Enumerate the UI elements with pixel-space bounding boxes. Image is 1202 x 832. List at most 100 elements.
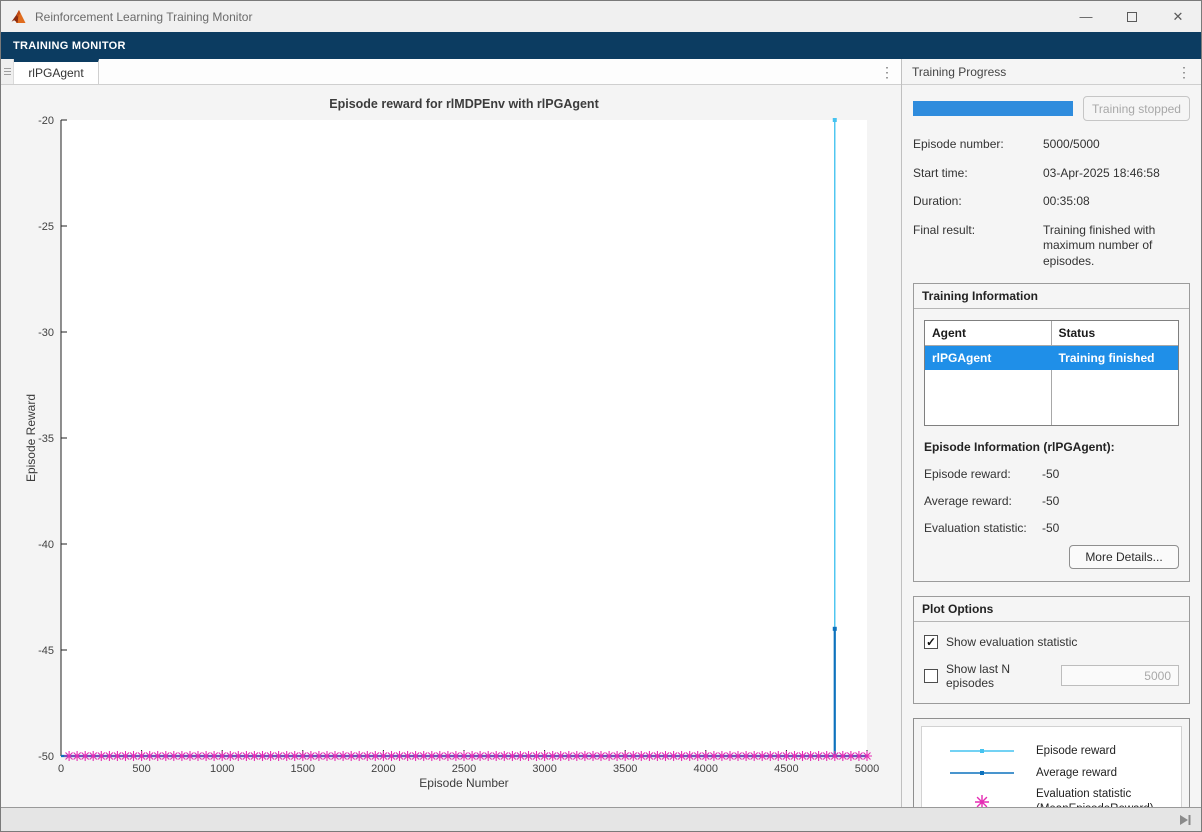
svg-text:5000: 5000 [855,763,879,775]
kebab-icon: ⋮ [1177,63,1191,80]
field-label: Final result: [913,222,976,237]
chart-x-axis-label: Episode Number [419,776,509,790]
chart-pane: rlPGAgent ⋮ Episode reward for rlMDPEnv … [1,59,901,807]
panel-title: Training Progress [912,64,1007,79]
tab-label: rlPGAgent [28,66,84,80]
chart-y-axis-label: Episode Reward [24,393,38,483]
start-time-row: Start time: 03-Apr-2025 18:46:58 [913,166,1190,182]
panel-options-menu-button[interactable]: ⋮ [1177,65,1191,79]
show-last-n-episodes-checkbox[interactable] [924,668,938,683]
drag-grip-handle[interactable] [1,59,14,84]
show-evaluation-statistic-row: ✓ Show evaluation statistic [924,634,1179,649]
plot-options-box: Plot Options ✓ Show evaluation statistic… [913,595,1190,704]
close-icon: ✕ [1172,8,1184,24]
field-label: Start time: [913,165,968,180]
stat-value: -50 [1042,493,1060,508]
field-label: Duration: [913,194,962,209]
training-information-title: Training Information [914,284,1189,309]
legend: Episode reward Average reward Evaluation… [921,725,1182,807]
svg-text:2500: 2500 [452,763,476,775]
field-value: 00:35:08 [1043,194,1090,209]
agent-cell: rlPGAgent [925,345,1052,370]
svg-text:4500: 4500 [774,763,798,775]
legend-label: Average reward [1036,766,1117,779]
svg-text:4000: 4000 [694,763,718,775]
checkbox-label: Show evaluation statistic [946,634,1078,649]
show-evaluation-statistic-checkbox[interactable]: ✓ [924,634,938,649]
maximize-button[interactable] [1109,1,1155,32]
average-reward-line-swatch [928,768,1036,778]
episode-reward-line-swatch [928,746,1036,756]
toolstrip-ribbon: TRAINING MONITOR [1,32,1201,59]
stat-value: -50 [1042,520,1060,535]
stat-label: Average reward: [924,493,1012,508]
document-tab-strip: rlPGAgent ⋮ [1,59,901,85]
training-information-box: Training Information Agent Status rlPGAg… [913,282,1190,582]
episode-reward-chart-area: Episode reward for rlMDPEnv with rlPGAge… [1,85,901,807]
minimize-icon: — [1079,9,1093,24]
field-value: Training finished with maximum number of… [1043,222,1156,268]
plot-options-title: Plot Options [914,597,1189,622]
table-header-row: Agent Status [925,320,1178,346]
training-progress-panel: Training Progress ⋮ Training stopped Epi… [901,59,1201,807]
svg-text:500: 500 [132,763,150,775]
legend-label: Episode reward [1036,744,1116,757]
maximize-icon [1127,11,1137,22]
episode-number-row: Episode number: 5000/5000 [913,137,1190,153]
column-header-agent: Agent [925,320,1052,345]
evaluation-statistic-marker-swatch [928,792,1036,807]
stat-value: -50 [1042,466,1060,481]
show-last-n-episodes-row: Show last N episodes [924,662,1179,690]
svg-text:3500: 3500 [613,763,637,775]
empty-agent-col [925,369,1052,425]
episode-information-title: Episode Information (rlPGAgent): [924,439,1115,454]
tab-training-monitor[interactable]: TRAINING MONITOR [13,40,126,52]
svg-text:-45: -45 [38,645,54,657]
expand-panel-icon[interactable] [1178,814,1192,826]
svg-text:1500: 1500 [291,763,315,775]
title-bar: Reinforcement Learning Training Monitor … [1,1,1201,32]
legend-label: Evaluation statistic (MeanEpisodeReward) [1036,787,1154,807]
svg-text:0: 0 [58,763,64,775]
svg-text:-20: -20 [38,115,54,127]
tab-options-menu-button[interactable]: ⋮ [873,59,901,84]
tab-rlpgagent[interactable]: rlPGAgent [14,59,99,84]
episode-reward-row: Episode reward: -50 [924,467,1179,481]
status-bar [1,807,1201,831]
evaluation-statistic-row: Evaluation statistic: -50 [924,521,1179,535]
training-stopped-button[interactable]: Training stopped [1083,96,1190,121]
kebab-icon: ⋮ [880,63,894,80]
table-empty-area [925,369,1178,425]
duration-row: Duration: 00:35:08 [913,194,1190,210]
stat-label: Evaluation statistic: [924,520,1027,535]
final-result-row: Final result: Training finished with max… [913,223,1190,270]
svg-text:-35: -35 [38,433,54,445]
legend-item-evaluation-statistic: Evaluation statistic (MeanEpisodeReward) [928,787,1175,807]
field-value: 5000/5000 [1043,137,1100,151]
average-reward-row: Average reward: -50 [924,494,1179,508]
legend-item-average-reward: Average reward [928,766,1175,781]
training-progress-bar [913,101,1073,116]
last-n-episodes-input[interactable] [1061,665,1179,687]
agent-status-table: Agent Status rlPGAgent Training finished [924,319,1179,426]
tab-strip-spacer [99,59,873,84]
matlab-logo-icon [11,9,26,23]
svg-text:-25: -25 [38,221,54,233]
svg-text:2000: 2000 [371,763,395,775]
column-header-status: Status [1058,325,1096,340]
close-button[interactable]: ✕ [1155,1,1201,32]
field-value: 03-Apr-2025 18:46:58 [1043,165,1160,180]
legend-box: Episode reward Average reward Evaluation… [913,717,1190,807]
legend-item-episode-reward: Episode reward [928,744,1175,759]
window-title: Reinforcement Learning Training Monitor [35,9,253,24]
svg-text:-30: -30 [38,327,54,339]
legend-label-line1: Evaluation statistic [1036,788,1132,801]
svg-text:1000: 1000 [210,763,234,775]
grip-icon [3,67,11,76]
progress-fill [913,101,1073,116]
more-details-button[interactable]: More Details... [1069,544,1179,569]
minimize-button[interactable]: — [1063,1,1109,32]
table-row[interactable]: rlPGAgent Training finished [925,345,1178,370]
stat-label: Episode reward: [924,466,1011,481]
reward-chart[interactable]: 0 500 1000 1500 2000 2500 3000 3500 4000 4500 5000… [1,85,901,806]
